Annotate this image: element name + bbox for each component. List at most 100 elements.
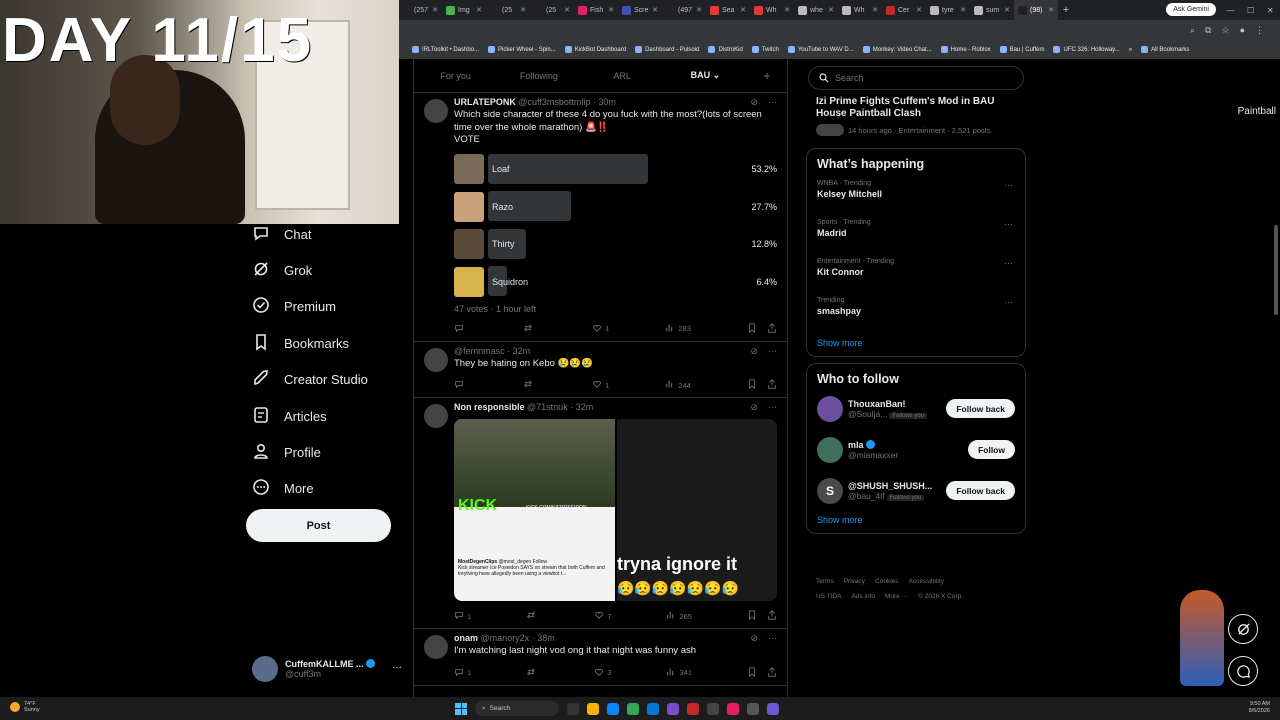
trend-item[interactable]: Trending smashpay ··· bbox=[817, 297, 1015, 336]
tab-close-icon[interactable]: ✕ bbox=[740, 6, 746, 14]
browser-tab[interactable]: Img ✕ bbox=[442, 0, 486, 20]
browser-tab[interactable]: whe ✕ bbox=[794, 0, 838, 20]
browser-tab[interactable]: tyre ✕ bbox=[926, 0, 970, 20]
bookmark-item[interactable]: KickBot Dashboard bbox=[564, 46, 626, 53]
more-icon[interactable]: ··· bbox=[768, 402, 777, 413]
like-button[interactable]: 3 bbox=[594, 667, 611, 679]
tweet-media[interactable]: KICK KICK.COM/KIEPOSEIDON MostDegenClips @… bbox=[454, 419, 777, 601]
browser-tab[interactable]: Fish ✕ bbox=[574, 0, 618, 20]
footer-link[interactable]: US TIDA bbox=[816, 593, 842, 600]
tweet-time[interactable]: · 38m bbox=[532, 633, 555, 643]
grok-explain-icon[interactable]: ⊘ bbox=[750, 97, 758, 108]
trend-item[interactable]: WNBA · Trending Kelsey Mitchell ··· bbox=[817, 180, 1015, 219]
nav-item-more[interactable]: More bbox=[252, 471, 402, 507]
tab-close-icon[interactable]: ✕ bbox=[652, 6, 658, 14]
tweet-author-handle[interactable]: @71stnuk bbox=[527, 402, 568, 412]
address-bar[interactable]: ⌕ ⧉ ☆ ● ⋮ bbox=[398, 20, 1280, 40]
zoom-icon[interactable]: ⌕ bbox=[1190, 25, 1195, 36]
tab-close-icon[interactable]: ✕ bbox=[1004, 6, 1010, 14]
avatar[interactable] bbox=[424, 404, 448, 428]
follow-name[interactable]: mla bbox=[848, 440, 864, 450]
tab-close-icon[interactable]: ✕ bbox=[520, 6, 526, 14]
views-button[interactable]: 244 bbox=[665, 379, 691, 391]
ask-gemini-button[interactable]: Ask Gemini bbox=[1166, 3, 1216, 16]
views-button[interactable]: 283 bbox=[665, 323, 691, 335]
avatar[interactable] bbox=[424, 99, 448, 123]
tweet-author-name[interactable]: Non responsible bbox=[454, 402, 525, 412]
nav-item-grok[interactable]: Grok bbox=[252, 252, 402, 288]
follow-button[interactable]: Follow back bbox=[946, 399, 1015, 418]
taskbar-search[interactable]: ⌕ Search bbox=[475, 701, 559, 716]
views-button[interactable]: 265 bbox=[666, 610, 692, 622]
reply-button[interactable]: 1 bbox=[454, 667, 471, 679]
app-icon[interactable] bbox=[687, 702, 699, 715]
trend-item[interactable]: Entertainment · Trending Kit Connor ··· bbox=[817, 258, 1015, 297]
tab-close-icon[interactable]: ✕ bbox=[696, 6, 702, 14]
bookmark-item[interactable]: Home - Roblox bbox=[940, 46, 991, 53]
repost-button[interactable] bbox=[526, 667, 539, 679]
maximize-icon[interactable]: ☐ bbox=[1247, 6, 1254, 15]
account-switcher[interactable]: CuffemKALLME ... @cuff3m ··· bbox=[252, 654, 402, 684]
nav-item-profile[interactable]: Profile bbox=[252, 434, 402, 470]
bookmark-item[interactable]: DistroKid bbox=[708, 46, 743, 53]
follow-suggestion[interactable]: S @SHUSH_SHUSH... @bau_4lf Follows you Follo… bbox=[817, 470, 1015, 511]
media-image-right[interactable]: tryna ignore it 😥😥😥😥😥😥😥 bbox=[617, 419, 777, 601]
tweet[interactable]: Non responsible @71stnuk · 32m ⊘ ··· KICK KI… bbox=[414, 398, 787, 629]
bookmark-item[interactable]: IRLToolkit • Dashbo... bbox=[412, 46, 479, 53]
footer-link[interactable]: Accessibility bbox=[909, 578, 944, 585]
footer-link[interactable]: Terms bbox=[816, 578, 834, 585]
tweet[interactable]: URLATEPONK @cuff3msbottmlip · 30m ⊘ ··· Whi… bbox=[414, 93, 787, 342]
live-event-card[interactable]: Izi Prime Fights Cuffem's Mod in BAU Hou… bbox=[806, 90, 1026, 142]
bookmark-item[interactable]: Monkey: Video Chat... bbox=[862, 46, 932, 53]
bookmark-item[interactable]: Dashboard - Pulsoid bbox=[635, 46, 699, 53]
app-icon[interactable] bbox=[767, 702, 779, 715]
browser-tab[interactable]: (25 ✕ bbox=[486, 0, 530, 20]
tab-close-icon[interactable]: ✕ bbox=[564, 6, 570, 14]
grok-explain-icon[interactable]: ⊘ bbox=[750, 402, 758, 413]
more-icon[interactable]: ··· bbox=[768, 97, 777, 108]
reply-button[interactable] bbox=[454, 379, 467, 391]
bookmark-icon[interactable] bbox=[747, 666, 757, 679]
more-icon[interactable]: ··· bbox=[1004, 297, 1013, 307]
messages-fab-button[interactable] bbox=[1228, 656, 1258, 686]
tab-close-icon[interactable]: ✕ bbox=[916, 6, 922, 14]
share-icon[interactable] bbox=[767, 379, 777, 391]
grok-explain-icon[interactable]: ⊘ bbox=[750, 346, 758, 357]
post-button[interactable]: Post bbox=[246, 509, 391, 542]
avatar[interactable] bbox=[424, 347, 448, 372]
follow-name[interactable]: ThouxanBan! bbox=[848, 399, 906, 409]
grok-fab-button[interactable] bbox=[1228, 614, 1258, 644]
repost-button[interactable] bbox=[526, 610, 539, 622]
bookmark-item[interactable]: Twitch bbox=[751, 46, 779, 53]
browser-tab[interactable]: (257 ✕ bbox=[398, 0, 442, 20]
browser-tab[interactable]: Wh ✕ bbox=[750, 0, 794, 20]
repost-button[interactable] bbox=[523, 323, 536, 335]
media-image-left[interactable]: KICK KICK.COM/KIEPOSEIDON MostDegenClips @… bbox=[454, 419, 615, 601]
tab-close-icon[interactable]: ✕ bbox=[872, 6, 878, 14]
tab-close-icon[interactable]: ✕ bbox=[432, 6, 438, 14]
app-icon[interactable] bbox=[747, 702, 759, 715]
all-bookmarks-button[interactable]: All Bookmarks bbox=[1141, 46, 1189, 53]
chrome-icon[interactable] bbox=[627, 702, 639, 715]
bookmark-item[interactable]: YouTube to WAV D... bbox=[787, 46, 854, 53]
footer-link[interactable]: Ads info bbox=[852, 593, 876, 600]
feed-tab[interactable]: ARL bbox=[581, 71, 664, 81]
browser-tab[interactable]: (98) ✕ bbox=[1014, 0, 1058, 20]
tweet-time[interactable]: · 32m bbox=[507, 346, 530, 356]
add-feed-button[interactable]: + bbox=[747, 69, 787, 83]
file-explorer-icon[interactable] bbox=[587, 702, 599, 715]
browser-tab[interactable]: (25 ✕ bbox=[530, 0, 574, 20]
app-icon[interactable] bbox=[667, 702, 679, 715]
reply-button[interactable] bbox=[454, 323, 467, 335]
feed-tab[interactable]: For you bbox=[414, 71, 497, 81]
bookmark-icon[interactable] bbox=[747, 322, 757, 335]
tweet-author-handle[interactable]: @cuff3msbottmlip bbox=[518, 97, 590, 107]
bookmark-icon[interactable] bbox=[747, 379, 757, 391]
follow-suggestion[interactable]: ThouxanBan! @Soulja... Follows you Follow b… bbox=[817, 388, 1015, 429]
tab-close-icon[interactable]: ✕ bbox=[784, 6, 790, 14]
tweet-time[interactable]: · 30m bbox=[593, 97, 616, 107]
share-icon[interactable] bbox=[767, 666, 777, 679]
store-icon[interactable] bbox=[647, 702, 659, 715]
follow-show-more-link[interactable]: Show more bbox=[817, 515, 1015, 525]
browser-tab[interactable]: Cer ✕ bbox=[882, 0, 926, 20]
